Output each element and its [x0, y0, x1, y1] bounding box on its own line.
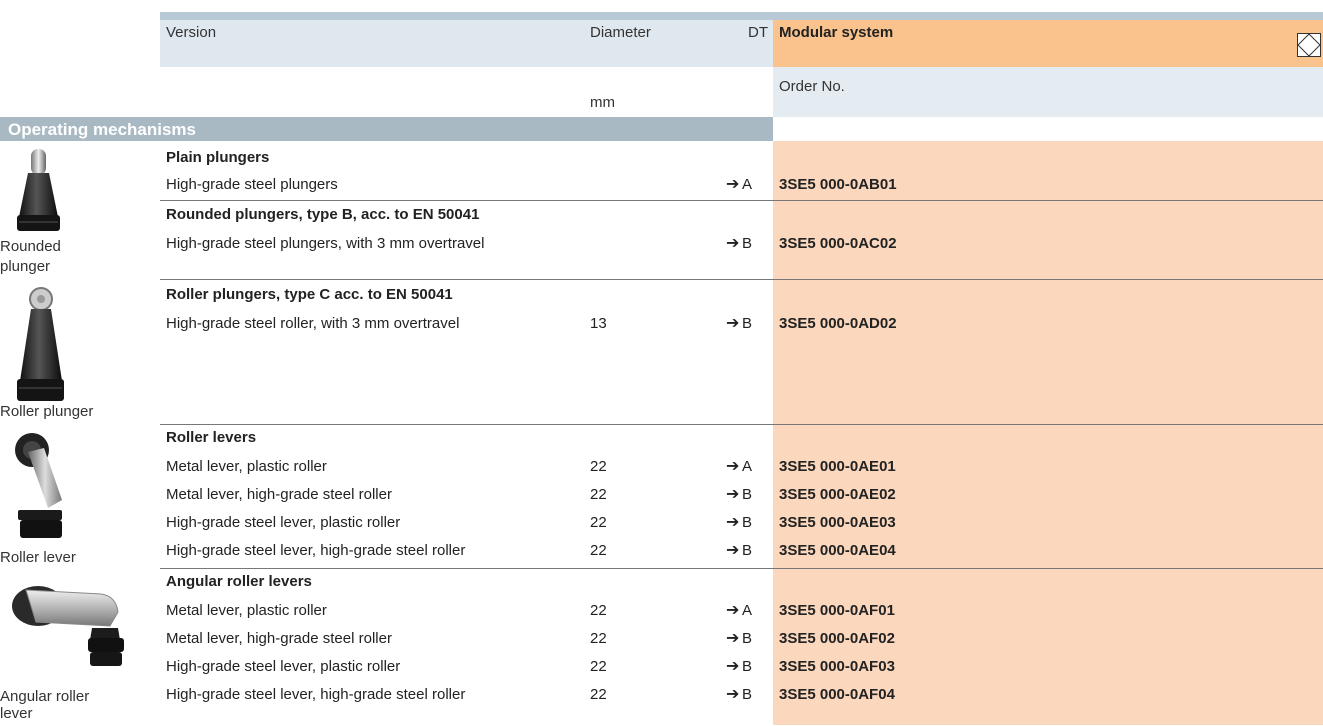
- row-dt: B: [742, 315, 753, 332]
- row-diameter: 13: [590, 315, 607, 332]
- caption-rounded-plunger: Rounded plunger: [0, 238, 61, 275]
- row-order-number: 3SE5 000-0AE04: [779, 542, 896, 559]
- group-title: Roller plungers, type C acc. to EN 50041: [166, 286, 453, 303]
- separator-line: [160, 424, 1323, 425]
- row-dt: A: [742, 176, 753, 193]
- row-dt: A: [742, 602, 753, 619]
- modular-system-diamond-icon: [1297, 33, 1321, 57]
- header-order-no: Order No.: [779, 78, 845, 95]
- row-dt: B: [742, 658, 753, 675]
- header-modular-system: Modular system: [779, 24, 894, 41]
- header-top-strip: [160, 12, 1323, 20]
- row-order-number: 3SE5 000-0AC02: [779, 235, 897, 252]
- delivery-arrow-icon: ➔: [726, 315, 740, 332]
- delivery-arrow-icon: ➔: [726, 542, 740, 559]
- row-version: Metal lever, high-grade steel roller: [166, 630, 392, 647]
- row-dt: B: [742, 486, 753, 503]
- delivery-arrow-icon: ➔: [726, 658, 740, 675]
- delivery-arrow-icon: ➔: [726, 686, 740, 703]
- row-order-number: 3SE5 000-0AF04: [779, 686, 895, 703]
- group-title: Rounded plungers, type B, acc. to EN 500…: [166, 206, 480, 223]
- row-dt: B: [742, 235, 753, 252]
- row-dt: A: [742, 458, 753, 475]
- row-order-number: 3SE5 000-0AE02: [779, 486, 896, 503]
- row-order-number: 3SE5 000-0AE01: [779, 458, 896, 475]
- row-diameter: 22: [590, 686, 607, 703]
- row-order-number: 3SE5 000-0AF01: [779, 602, 895, 619]
- section-bar: Operating mechanisms: [0, 117, 773, 141]
- row-version: Metal lever, plastic roller: [166, 458, 327, 475]
- group-title: Angular roller levers: [166, 573, 312, 590]
- delivery-arrow-icon: ➔: [726, 176, 740, 193]
- row-dt: B: [742, 686, 753, 703]
- separator-line: [160, 279, 1323, 280]
- caption-angular-roller-lever: Angular roller lever: [0, 688, 90, 722]
- delivery-arrow-icon: ➔: [726, 458, 740, 475]
- roller-lever-image: [15, 433, 62, 538]
- header-dt: DT: [748, 24, 768, 41]
- roller-plunger-image: [17, 287, 64, 401]
- row-version: Metal lever, plastic roller: [166, 602, 327, 619]
- rounded-plunger-image: [17, 149, 60, 231]
- separator-line: [160, 568, 1323, 569]
- row-version: High-grade steel plungers, with 3 mm ove…: [166, 235, 485, 252]
- delivery-arrow-icon: ➔: [726, 486, 740, 503]
- row-order-number: 3SE5 000-0AD02: [779, 315, 897, 332]
- delivery-arrow-icon: ➔: [726, 602, 740, 619]
- group-title: Roller levers: [166, 429, 257, 446]
- row-diameter: 22: [590, 514, 607, 531]
- delivery-arrow-icon: ➔: [726, 630, 740, 647]
- row-order-number: 3SE5 000-0AF02: [779, 630, 895, 647]
- separator-line: [160, 200, 1323, 201]
- row-version: Metal lever, high-grade steel roller: [166, 486, 392, 503]
- row-dt: B: [742, 630, 753, 647]
- row-version: High-grade steel lever, high-grade steel…: [166, 542, 466, 559]
- caption-roller-lever: Roller lever: [0, 549, 76, 566]
- delivery-arrow-icon: ➔: [726, 514, 740, 531]
- header-version: Version: [166, 24, 217, 41]
- caption-roller-plunger: Roller plunger: [0, 403, 94, 420]
- row-dt: B: [742, 542, 753, 559]
- group-title: Plain plungers: [166, 149, 270, 166]
- section-title: Operating mechanisms: [8, 120, 197, 139]
- row-dt: B: [742, 514, 753, 531]
- row-diameter: 22: [590, 658, 607, 675]
- row-version: High-grade steel lever, plastic roller: [166, 658, 401, 675]
- header-left-band: [160, 20, 773, 67]
- delivery-arrow-icon: ➔: [726, 235, 740, 252]
- angular-roller-lever-image: [12, 586, 124, 666]
- header-diameter: Diameter: [590, 24, 651, 41]
- row-diameter: 22: [590, 542, 607, 559]
- header-order-band: [773, 67, 1323, 117]
- row-version: High-grade steel lever, plastic roller: [166, 514, 401, 531]
- row-version: High-grade steel lever, high-grade steel…: [166, 686, 466, 703]
- row-version: High-grade steel plungers: [166, 176, 338, 193]
- header-mm: mm: [590, 94, 615, 111]
- row-diameter: 22: [590, 458, 607, 475]
- row-order-number: 3SE5 000-0AF03: [779, 658, 895, 675]
- row-order-number: 3SE5 000-0AE03: [779, 514, 896, 531]
- row-diameter: 22: [590, 486, 607, 503]
- row-diameter: 22: [590, 602, 607, 619]
- row-version: High-grade steel roller, with 3 mm overt…: [166, 315, 460, 332]
- row-diameter: 22: [590, 630, 607, 647]
- row-order-number: 3SE5 000-0AB01: [779, 176, 897, 193]
